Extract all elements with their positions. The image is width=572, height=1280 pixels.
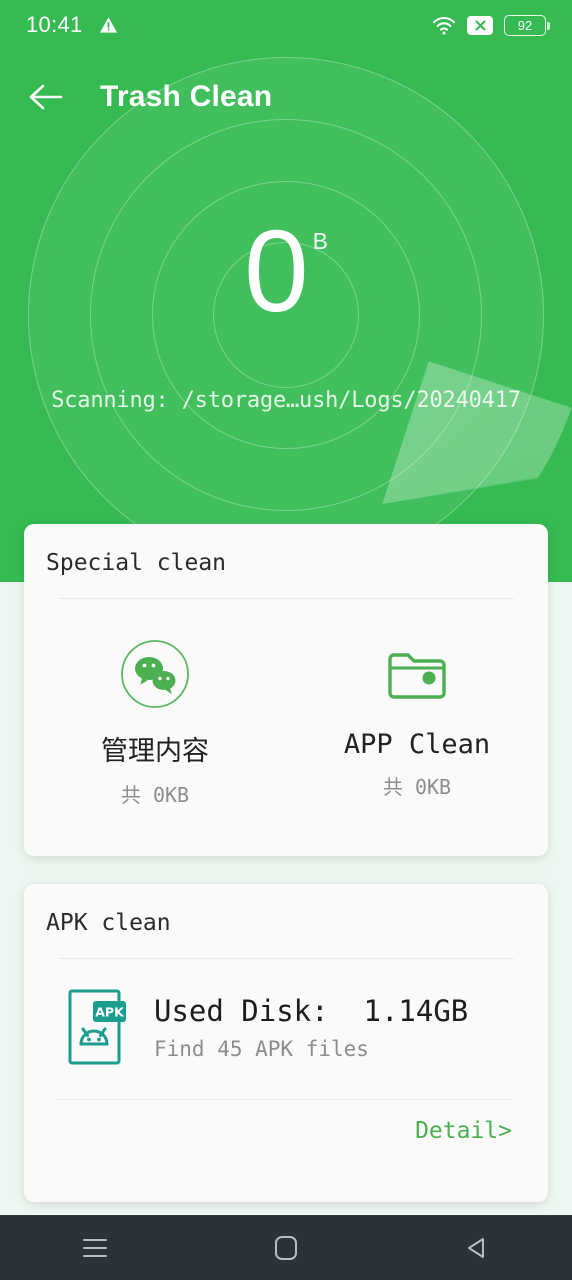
home-button[interactable] bbox=[246, 1222, 326, 1274]
signal-x-icon bbox=[467, 15, 493, 35]
special-item-size: 共 0KB bbox=[120, 783, 190, 807]
app-bar: Trash Clean bbox=[0, 62, 572, 132]
apk-clean-title: APK clean bbox=[46, 910, 171, 936]
wechat-icon-box bbox=[120, 635, 190, 713]
apk-found-files: Find 45 APK files bbox=[154, 1036, 369, 1061]
back-arrow-icon bbox=[29, 84, 63, 110]
status-bar-right: 92 bbox=[432, 14, 550, 36]
warning-triangle-icon bbox=[99, 17, 117, 33]
special-clean-card: Special clean 管理内容 共 0KB APP Clean 共 0KB bbox=[24, 524, 548, 856]
back-triangle-icon bbox=[467, 1238, 484, 1258]
svg-text:APK: APK bbox=[95, 1005, 125, 1020]
recents-button[interactable] bbox=[55, 1222, 135, 1274]
special-item-app-clean[interactable]: APP Clean 共 0KB bbox=[286, 635, 548, 808]
home-square-icon bbox=[274, 1236, 297, 1260]
card-divider bbox=[58, 598, 514, 599]
wechat-icon bbox=[121, 640, 189, 708]
special-item-size: 共 0KB bbox=[382, 775, 452, 799]
menu-recents-icon bbox=[83, 1239, 108, 1257]
special-item-label: 管理内容 bbox=[101, 736, 209, 767]
page-title: Trash Clean bbox=[100, 80, 273, 113]
folder-icon-box bbox=[386, 635, 448, 713]
status-time: 10:41 bbox=[26, 12, 83, 37]
android-nav-bar bbox=[0, 1215, 572, 1280]
status-bar: 10:41 92 bbox=[0, 0, 572, 50]
apk-summary-row[interactable]: APK Used Disk: 1.14GB Find 45 APK files bbox=[24, 989, 548, 1065]
apk-text-block: Used Disk: 1.14GB Find 45 APK files bbox=[154, 994, 468, 1061]
apk-detail-link[interactable]: Detail> bbox=[415, 1118, 512, 1144]
scanning-status-text: Scanning: /storage…ush/Logs/20240417 bbox=[51, 388, 521, 413]
card-divider bbox=[58, 958, 514, 959]
apk-detail-row: Detail> bbox=[24, 1100, 548, 1144]
special-clean-title: Special clean bbox=[46, 550, 227, 576]
special-item-wechat[interactable]: 管理内容 共 0KB bbox=[24, 635, 286, 808]
status-bar-left: 10:41 bbox=[26, 12, 118, 38]
apk-used-disk: Used Disk: 1.14GB bbox=[154, 993, 469, 1028]
back-button[interactable] bbox=[14, 65, 78, 129]
special-clean-grid: 管理内容 共 0KB APP Clean 共 0KB bbox=[24, 635, 548, 808]
apk-clean-card: APK clean APK Used Disk: 1.14GB Find 45 … bbox=[24, 884, 548, 1202]
apk-file-icon: APK bbox=[68, 989, 126, 1065]
battery-level: 92 bbox=[517, 17, 533, 33]
folder-icon bbox=[388, 653, 446, 699]
battery-indicator: 92 bbox=[504, 14, 550, 36]
wifi-icon bbox=[432, 16, 456, 34]
special-item-label: APP Clean bbox=[343, 729, 491, 760]
back-nav-button[interactable] bbox=[437, 1222, 517, 1274]
